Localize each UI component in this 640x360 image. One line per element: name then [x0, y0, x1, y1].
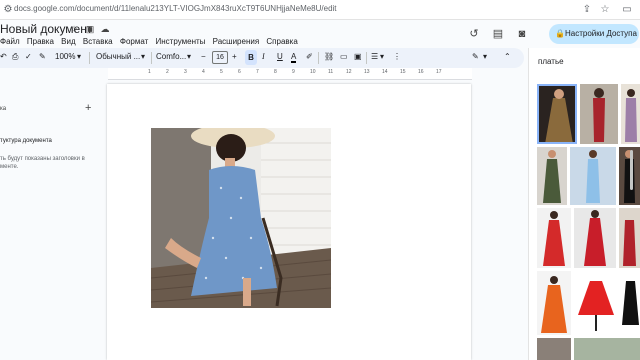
share-label: Настройки Доступа [565, 29, 637, 38]
chevron-down-icon: ▾ [187, 52, 192, 61]
menu-extensions[interactable]: Расширения [213, 37, 260, 46]
ruler-mark: 16 [418, 69, 424, 75]
chevron-down-icon: ▾ [141, 52, 146, 61]
insert-image-icon[interactable]: ▣ [354, 52, 362, 61]
ruler-mark: 4 [202, 69, 205, 75]
ruler-mark: 6 [238, 69, 241, 75]
add-tab-icon[interactable]: + [85, 102, 91, 114]
scrollbar-thumb[interactable] [630, 150, 633, 190]
result-thumbnail[interactable] [537, 208, 571, 268]
highlight-icon[interactable]: ✐ [306, 52, 313, 61]
result-thumbnail[interactable] [574, 208, 616, 268]
text-color-button[interactable]: A [291, 52, 297, 63]
inserted-image[interactable] [151, 128, 331, 308]
chevron-down-icon: ▾ [77, 52, 82, 61]
ruler-mark: 13 [364, 69, 370, 75]
divider [318, 52, 319, 64]
menu-format[interactable]: Формат [120, 37, 148, 46]
history-icon[interactable]: ↺ [466, 26, 482, 42]
menu-view[interactable]: Вид [61, 37, 75, 46]
ruler[interactable]: 1 2 3 4 5 6 7 8 9 10 11 12 13 14 15 16 1… [108, 68, 472, 80]
reading-list-icon[interactable]: ▭ [620, 3, 634, 17]
result-thumbnail[interactable] [621, 84, 640, 144]
menu-bar: Файл Правка Вид Вставка Формат Инструмен… [0, 37, 303, 46]
move-folder-icon[interactable]: ▣ [84, 23, 96, 35]
ruler-mark: 8 [274, 69, 277, 75]
comments-icon[interactable]: ▤ [490, 26, 506, 42]
ruler-mark: 15 [400, 69, 406, 75]
title-bar: Новый документ ☆ ▣ ☁ Файл Правка Вид Вст… [0, 20, 640, 48]
divider [89, 52, 90, 64]
collapse-toolbar-icon[interactable]: ⌃ [504, 52, 511, 61]
menu-tools[interactable]: Инструменты [156, 37, 206, 46]
result-thumbnail[interactable] [537, 271, 571, 335]
add-comment-icon[interactable]: ▭ [340, 52, 348, 61]
meet-icon[interactable]: ◙ [514, 26, 530, 42]
result-thumbnail[interactable] [537, 84, 577, 144]
result-thumbnail[interactable] [574, 338, 640, 360]
result-thumbnail[interactable] [621, 271, 640, 335]
ruler-mark: 17 [436, 69, 442, 75]
divider [366, 52, 367, 64]
font-size-input[interactable]: 16 [212, 51, 228, 64]
more-options-icon[interactable]: ⋮ [393, 52, 401, 61]
italic-button[interactable]: I [262, 52, 265, 61]
link-icon[interactable]: ⛓ [324, 52, 334, 61]
address-url[interactable]: docs.google.com/document/d/11lenalu213YL… [14, 4, 337, 13]
font-select[interactable]: Comfo... [156, 52, 186, 61]
result-thumbnail[interactable] [580, 84, 618, 144]
share-button[interactable]: 🔒 Настройки Доступа [549, 24, 639, 44]
ruler-mark: 2 [166, 69, 169, 75]
paint-format-icon[interactable]: ✎ [39, 52, 46, 61]
ruler-mark: 14 [382, 69, 388, 75]
result-thumbnail[interactable] [537, 147, 567, 205]
undo-icon[interactable]: ↶ [0, 52, 7, 61]
result-thumbnail[interactable] [537, 338, 571, 360]
outline-description: ть будут показаны заголовки в менте. [0, 156, 85, 170]
result-thumbnail[interactable] [570, 147, 616, 205]
star-icon[interactable]: ☆ [68, 23, 80, 35]
ruler-mark: 1 [148, 69, 151, 75]
chevron-down-icon: ▾ [483, 52, 488, 61]
bookmark-star-icon[interactable]: ☆ [598, 3, 612, 17]
menu-file[interactable]: Файл [0, 37, 20, 46]
print-icon[interactable]: ⎙ [12, 52, 18, 62]
ruler-mark: 12 [346, 69, 352, 75]
ruler-mark: 10 [310, 69, 316, 75]
search-results [537, 84, 640, 360]
divider [151, 52, 152, 64]
address-bar: ⚙ docs.google.com/document/d/11lenalu213… [0, 0, 640, 20]
style-select[interactable]: Обычный ... [96, 52, 140, 61]
menu-insert[interactable]: Вставка [83, 37, 113, 46]
outline-title: туктура документа [0, 138, 52, 144]
ruler-mark: 11 [328, 69, 334, 75]
share-page-icon[interactable]: ⇪ [580, 3, 594, 17]
zoom-select[interactable]: 100% [55, 52, 75, 61]
cloud-saved-icon: ☁ [100, 24, 110, 34]
result-thumbnail[interactable] [619, 208, 640, 268]
site-info-icon[interactable]: ⚙ [1, 3, 15, 17]
ruler-mark: 7 [256, 69, 259, 75]
bold-button[interactable]: B [245, 50, 257, 65]
increase-font-icon[interactable]: + [232, 52, 237, 61]
ruler-mark: 5 [220, 69, 223, 75]
outline-heading: ка [0, 106, 7, 112]
underline-button[interactable]: U [277, 52, 283, 61]
align-icon[interactable]: ☰ [371, 52, 378, 61]
search-query[interactable]: платье [538, 57, 564, 66]
menu-help[interactable]: Справка [266, 37, 297, 46]
result-thumbnail[interactable] [574, 271, 618, 335]
toolbar: ↶ ⎙ ✓ ✎ 100% ▾ Обычный ... ▾ Comfo... ▾ … [0, 48, 524, 68]
chevron-down-icon: ▾ [380, 52, 385, 61]
menu-edit[interactable]: Правка [27, 37, 54, 46]
ruler-mark: 9 [292, 69, 295, 75]
ruler-mark: 3 [184, 69, 187, 75]
spellcheck-icon[interactable]: ✓ [25, 52, 32, 61]
decrease-font-icon[interactable]: − [201, 52, 206, 61]
editing-mode-icon[interactable]: ✎ [472, 52, 479, 61]
lock-icon: 🔒 [555, 29, 565, 38]
dress-photo [151, 128, 331, 308]
